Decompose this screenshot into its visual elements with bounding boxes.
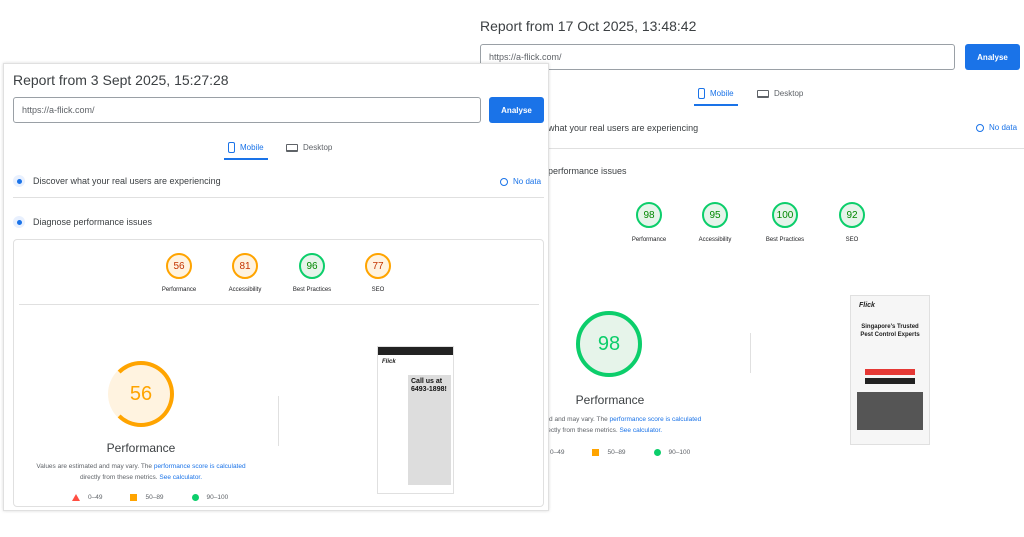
- legend-label: 0–49: [550, 449, 565, 456]
- desktop-icon: [286, 143, 298, 152]
- legend-fail: 0–49: [550, 449, 564, 456]
- score-gauge-best-practices[interactable]: 100: [772, 202, 798, 228]
- desktop-icon: [757, 89, 769, 98]
- no-data-link[interactable]: No data: [500, 177, 541, 186]
- score-note: ated and may vary. The performance score…: [540, 414, 701, 436]
- note-text: directly from these metrics.: [540, 427, 620, 434]
- analyse-button[interactable]: Analyse: [489, 97, 544, 123]
- no-data-label: No data: [989, 123, 1018, 132]
- score-gauge-seo[interactable]: 92: [839, 202, 865, 228]
- users-icon: [13, 175, 25, 187]
- divider: [278, 396, 279, 446]
- score-label: Best Practices: [765, 237, 805, 243]
- info-icon: [976, 123, 984, 132]
- score-gauge-accessibility[interactable]: 81: [232, 253, 258, 279]
- score-gauge-accessibility[interactable]: 95: [702, 202, 728, 228]
- brand-logo: Flick: [859, 302, 875, 309]
- score-gauge-performance[interactable]: 56: [166, 253, 192, 279]
- report-title: Report from 17 Oct 2025, 13:48:42: [480, 18, 697, 34]
- score-label: Performance: [161, 287, 197, 293]
- url-input[interactable]: https://a-flick.com/: [13, 97, 481, 123]
- note-text: Values are estimated and may vary. The: [36, 463, 154, 470]
- score-gauge-seo[interactable]: 77: [365, 253, 391, 279]
- score-legend: 0–49 50–89 90–100: [550, 449, 690, 456]
- square-icon: [592, 449, 600, 456]
- row-label: Discover what your real users are experi…: [33, 176, 221, 186]
- screenshot-headline: Singapore's Trusted Pest Control Experts: [860, 324, 920, 338]
- circle-icon: [191, 494, 199, 501]
- divider: [13, 197, 544, 198]
- tab-label: Mobile: [240, 143, 264, 152]
- score-gauge-best-practices[interactable]: 96: [299, 253, 325, 279]
- score-legend: 0–49 50–89 90–100: [72, 494, 228, 501]
- divider: [19, 304, 539, 305]
- screenshot-headline: Call us at 6493-1898!: [411, 378, 447, 393]
- no-data-link[interactable]: No data: [976, 123, 1017, 132]
- score-label: Best Practices: [292, 287, 332, 293]
- tab-mobile[interactable]: Mobile: [694, 88, 738, 106]
- performance-gauge: 56: [108, 361, 174, 427]
- see-calculator-link[interactable]: See calculator.: [159, 474, 202, 481]
- tab-label: Desktop: [303, 143, 333, 152]
- brand-logo: Flick: [382, 359, 396, 365]
- triangle-icon: [72, 494, 80, 501]
- square-icon: [130, 494, 138, 501]
- phone-icon: [698, 88, 705, 99]
- score-label: Accessibility: [228, 287, 262, 293]
- tab-desktop[interactable]: Desktop: [286, 143, 332, 152]
- see-calculator-link[interactable]: See calculator.: [619, 427, 662, 434]
- no-data-label: No data: [513, 177, 542, 186]
- legend-pass: 90–100: [653, 449, 691, 456]
- page-screenshot: Flick Call us at 6493-1898!: [377, 346, 454, 494]
- legend-average: 50–89: [130, 494, 164, 501]
- tab-desktop[interactable]: Desktop: [757, 89, 803, 98]
- performance-gauge: 98: [576, 311, 642, 377]
- divider: [750, 333, 751, 373]
- legend-fail: 0–49: [72, 494, 102, 501]
- tab-label: Mobile: [710, 89, 734, 98]
- score-note: Values are estimated and may vary. The p…: [31, 461, 251, 483]
- diagnose-heading: Diagnose performance issues: [13, 216, 152, 228]
- field-data-row[interactable]: what your real users are experiencing: [548, 123, 698, 133]
- tab-label: Desktop: [774, 89, 804, 98]
- note-text: directly from these metrics.: [79, 474, 160, 481]
- report-after: Report from 17 Oct 2025, 13:48:42 https:…: [470, 0, 1024, 480]
- note-text: ated and may vary. The: [540, 416, 610, 423]
- score-label: Accessibility: [698, 237, 732, 243]
- performance-label: Performance: [106, 441, 176, 455]
- diagnose-icon: [13, 216, 25, 228]
- tab-mobile[interactable]: Mobile: [224, 142, 268, 160]
- divider: [548, 148, 1024, 149]
- legend-label: 50–89: [607, 449, 626, 456]
- legend-label: 90–100: [668, 449, 691, 456]
- analyse-button[interactable]: Analyse: [965, 44, 1020, 70]
- report-title: Report from 3 Sept 2025, 15:27:28: [13, 72, 229, 88]
- row-label: Diagnose performance issues: [33, 217, 153, 227]
- circle-icon: [653, 449, 661, 456]
- legend-average: 50–89: [592, 449, 626, 456]
- diagnose-heading: performance issues: [548, 166, 627, 176]
- url-input[interactable]: https://a-flick.com/: [480, 44, 955, 70]
- info-icon: [500, 177, 508, 186]
- legend-label: 50–89: [145, 494, 164, 501]
- page-screenshot: Flick Singapore's Trusted Pest Control E…: [850, 295, 930, 445]
- score-label: SEO: [371, 287, 385, 293]
- legend-label: 90–100: [206, 494, 229, 501]
- score-label: SEO: [845, 237, 859, 243]
- phone-icon: [228, 142, 235, 153]
- score-calculated-link[interactable]: performance score is calculated: [154, 463, 246, 470]
- report-before: Report from 3 Sept 2025, 15:27:28 https:…: [3, 63, 549, 511]
- field-data-row[interactable]: Discover what your real users are experi…: [13, 175, 221, 187]
- score-calculated-link[interactable]: performance score is calculated: [610, 416, 702, 423]
- legend-label: 0–49: [88, 494, 103, 501]
- score-gauge-performance[interactable]: 98: [636, 202, 662, 228]
- performance-label: Performance: [575, 393, 645, 407]
- legend-pass: 90–100: [191, 494, 229, 501]
- score-label: Performance: [631, 237, 667, 243]
